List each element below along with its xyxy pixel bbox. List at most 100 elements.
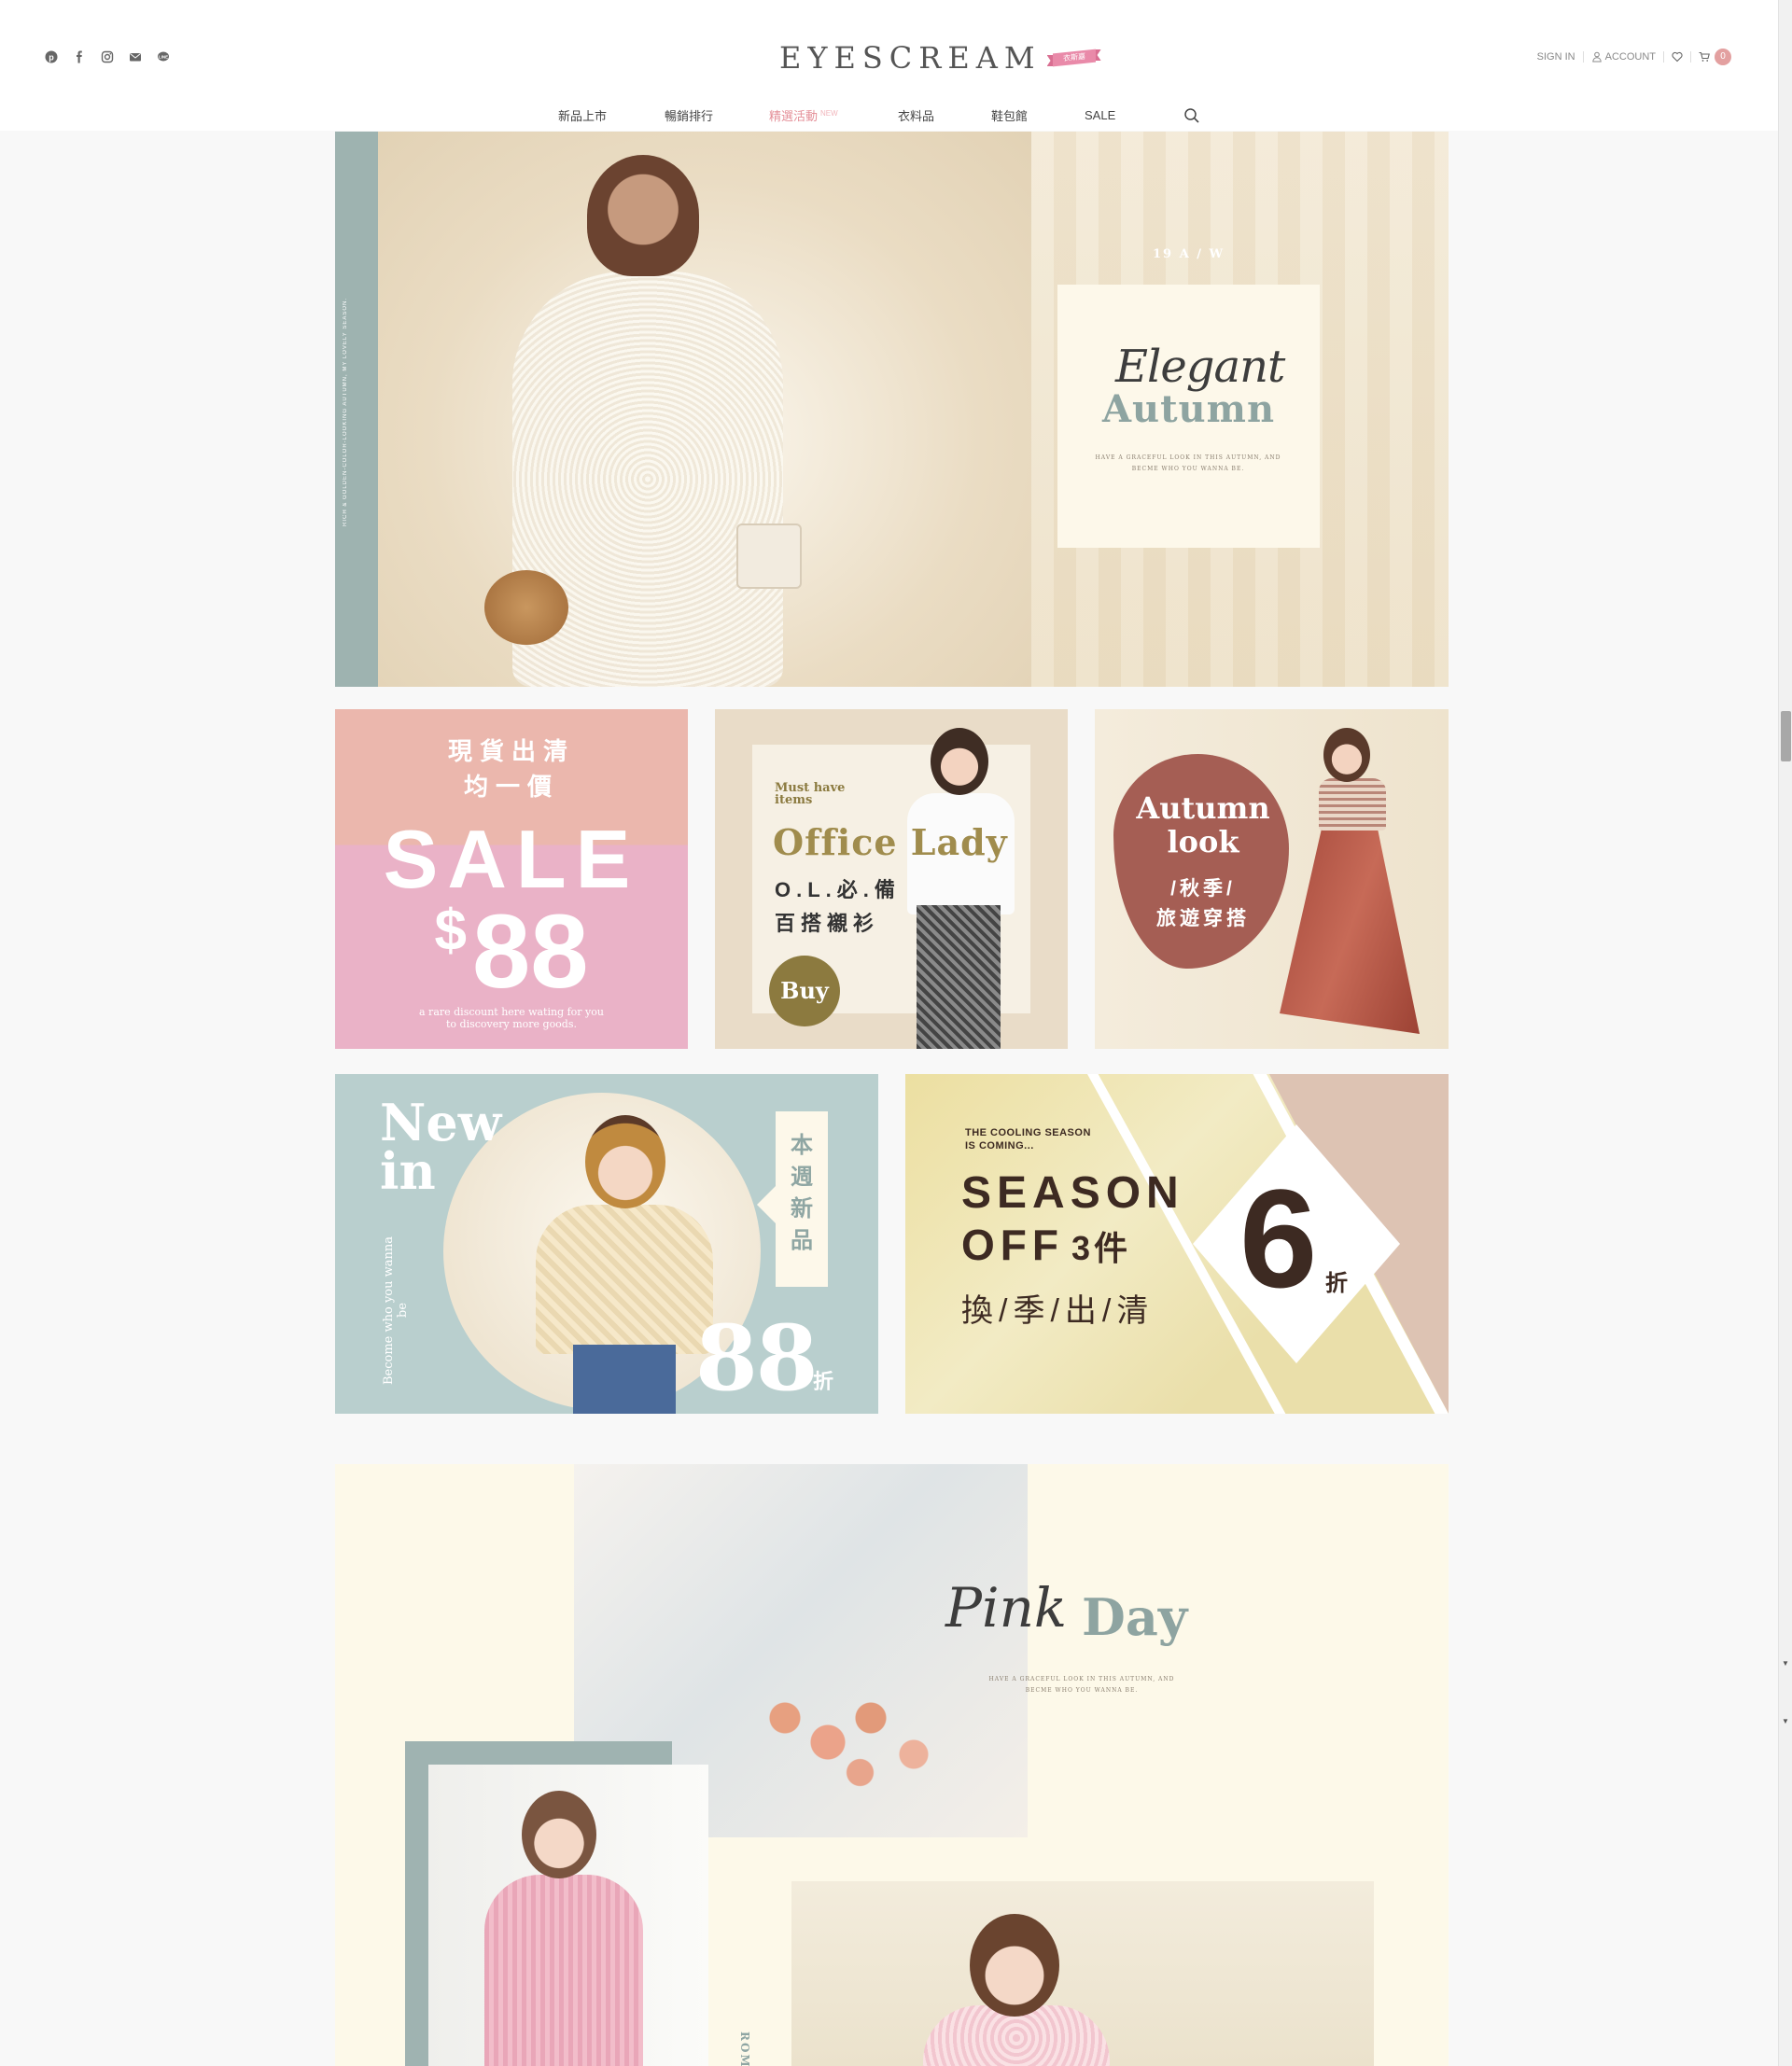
newin-model-head bbox=[585, 1115, 665, 1208]
sale-zh-line2: 均一價 bbox=[463, 773, 559, 801]
office-must-have: Must have items bbox=[775, 782, 845, 806]
chevron-down-icon[interactable]: ▼ bbox=[1782, 1717, 1789, 1725]
season-cooling-text: THE COOLING SEASON IS COMING... bbox=[965, 1126, 1091, 1152]
nav-featured-events[interactable]: 精選活動 NEW bbox=[769, 106, 898, 124]
pink-title: Day bbox=[1082, 1587, 1188, 1647]
wishlist-icon[interactable] bbox=[1672, 51, 1683, 63]
season-line1: SEASON bbox=[961, 1168, 1184, 1218]
line-icon[interactable]: LINE bbox=[155, 49, 172, 65]
nav-sale[interactable]: SALE bbox=[1085, 108, 1183, 122]
cool-line2: IS COMING... bbox=[965, 1140, 1034, 1152]
newin-zhe: 折 bbox=[813, 1370, 834, 1393]
season-line2: OFF 3件 bbox=[961, 1220, 1131, 1270]
handbag-image bbox=[736, 523, 802, 589]
autumn-zh-line1: /秋季/ bbox=[1170, 878, 1236, 900]
cart-count-badge: 0 bbox=[1715, 49, 1731, 65]
logo-ribbon-icon: 衣斯嘉 bbox=[1046, 46, 1103, 70]
office-zh-line1: O.L.必.備 bbox=[775, 878, 901, 901]
nav-shoes-bags[interactable]: 鞋包館 bbox=[991, 106, 1085, 124]
banner-pink-day[interactable]: ROM Pink Day HAVE A GRACEFUL LOOK IN THI… bbox=[335, 1464, 1449, 2066]
price-value: 88 bbox=[471, 893, 589, 1010]
account-link[interactable]: ACCOUNT bbox=[1591, 51, 1656, 63]
divider bbox=[1690, 51, 1691, 63]
user-icon bbox=[1591, 51, 1602, 63]
season-zhe: 折 bbox=[1325, 1271, 1348, 1296]
user-nav: SIGN IN ACCOUNT 0 bbox=[1537, 49, 1731, 65]
autumn-model-skirt bbox=[1280, 829, 1420, 1034]
dried-flowers-image bbox=[742, 1669, 957, 1791]
autumn-title-line1: Autumn bbox=[1136, 790, 1270, 826]
autumn-blob-shape bbox=[1113, 754, 1289, 969]
pixnet-icon[interactable]: p bbox=[43, 49, 60, 65]
promo-tile-season-off[interactable]: 6 折 THE COOLING SEASON IS COMING... SEAS… bbox=[905, 1074, 1449, 1414]
newin-model-body bbox=[536, 1205, 713, 1354]
site-logo[interactable]: EYESCREAM 衣斯嘉 bbox=[779, 37, 1103, 78]
divider bbox=[1663, 51, 1664, 63]
newin-tab-text: 本週新品 bbox=[791, 1133, 813, 1253]
autumn-title: Autumn look bbox=[1119, 791, 1287, 859]
mail-icon[interactable] bbox=[127, 49, 144, 65]
newin-title: New in bbox=[380, 1093, 502, 1201]
chevron-down-icon[interactable]: ▼ bbox=[1782, 1659, 1789, 1668]
hero-banner-elegant-autumn[interactable]: RICH & GOLDEN-COLOR-LOOKING AUTUMN, MY L… bbox=[335, 132, 1449, 687]
basket-image bbox=[484, 570, 568, 645]
svg-text:LINE: LINE bbox=[159, 54, 168, 59]
newin-discount: 88 bbox=[695, 1305, 819, 1411]
sale-note-line1: a rare discount here wating for you bbox=[419, 1006, 604, 1018]
site-header: p LINE EYESCREAM 衣斯嘉 SIGN IN ACCOUNT 0 新… bbox=[0, 0, 1778, 131]
hero-side-text: RICH & GOLDEN-COLOR-LOOKING AUTUMN, MY L… bbox=[343, 297, 348, 526]
cart-button[interactable]: 0 bbox=[1699, 49, 1731, 65]
sale-price: $88 bbox=[335, 891, 688, 1012]
autumn-model-top bbox=[1319, 778, 1386, 831]
facebook-icon[interactable] bbox=[71, 49, 88, 65]
newin-tab-pointer bbox=[757, 1186, 776, 1223]
promo-tile-sale-88[interactable]: 現貨出清 均一價 SALE $88 a rare discount here w… bbox=[335, 709, 688, 1049]
hero-title: Autumn bbox=[1101, 387, 1276, 431]
season-off: OFF bbox=[961, 1221, 1064, 1269]
sale-note: a rare discount here wating for you to d… bbox=[335, 1006, 688, 1030]
season-line3: 換/季/出/清 bbox=[961, 1293, 1155, 1329]
svg-text:p: p bbox=[49, 53, 54, 63]
promo-tile-new-in[interactable]: New in Become who you wanna be 本週新品 88 折 bbox=[335, 1074, 878, 1414]
sign-in-link[interactable]: SIGN IN bbox=[1537, 51, 1575, 63]
currency-symbol: $ bbox=[434, 899, 467, 963]
promo-tile-office-lady[interactable]: Must have items Office Lady O.L.必.備 百搭襯衫… bbox=[715, 709, 1068, 1049]
sale-note-line2: to discovery more goods. bbox=[445, 1018, 577, 1030]
autumn-model-head bbox=[1323, 728, 1370, 782]
office-zh-line2: 百搭襯衫 bbox=[775, 912, 880, 935]
office-title: Office Lady bbox=[773, 821, 1008, 863]
social-links: p LINE bbox=[43, 49, 172, 65]
newin-side-text: Become who you wanna be bbox=[382, 1235, 410, 1385]
nav-bestsellers[interactable]: 暢銷排行 bbox=[665, 106, 769, 124]
cool-line1: THE COOLING SEASON bbox=[965, 1127, 1091, 1138]
promo-tile-autumn-look[interactable]: Autumn look /秋季/ 旅遊穿搭 bbox=[1095, 709, 1449, 1049]
newin-title-line1: New bbox=[380, 1093, 502, 1152]
model-head-image bbox=[587, 155, 699, 276]
divider bbox=[1582, 51, 1584, 63]
autumn-title-line2: look bbox=[1167, 824, 1239, 859]
sale-zh-line1: 現貨出清 bbox=[447, 737, 575, 765]
logo-wordmark: EYESCREAM bbox=[779, 40, 1042, 76]
pink-model-2-head bbox=[970, 1914, 1059, 2017]
season-3pcs: 3件 bbox=[1071, 1229, 1132, 1267]
scrollbar-thumb[interactable] bbox=[1781, 711, 1791, 761]
autumn-zh-line2: 旅遊穿搭 bbox=[1156, 908, 1250, 929]
season-discount: 6 bbox=[1239, 1160, 1318, 1317]
nav-new-arrivals[interactable]: 新品上市 bbox=[558, 106, 665, 124]
newin-model-jeans bbox=[573, 1345, 676, 1414]
hero-season-label: 19 A / W bbox=[1153, 247, 1225, 261]
nav-featured-label: 精選活動 bbox=[769, 109, 819, 123]
hero-side-strip: RICH & GOLDEN-COLOR-LOOKING AUTUMN, MY L… bbox=[335, 132, 378, 687]
nav-clothing[interactable]: 衣料品 bbox=[898, 106, 991, 124]
new-tag: NEW bbox=[820, 108, 838, 118]
search-icon[interactable] bbox=[1183, 107, 1200, 124]
instagram-icon[interactable] bbox=[99, 49, 116, 65]
buy-button[interactable]: Buy bbox=[769, 956, 840, 1026]
sale-zh-text: 現貨出清 均一價 bbox=[335, 733, 688, 804]
pink-script-text: Pink bbox=[945, 1576, 1068, 1640]
pink-model-sweater bbox=[484, 1875, 643, 2066]
newin-title-line2: in bbox=[380, 1141, 436, 1201]
page-scrollbar[interactable]: ▼ ▼ bbox=[1778, 0, 1792, 2066]
pink-subtitle: HAVE A GRACEFUL LOOK IN THIS AUTUMN, AND… bbox=[988, 1676, 1175, 1694]
pink-vertical-text: ROM bbox=[738, 2031, 751, 2066]
